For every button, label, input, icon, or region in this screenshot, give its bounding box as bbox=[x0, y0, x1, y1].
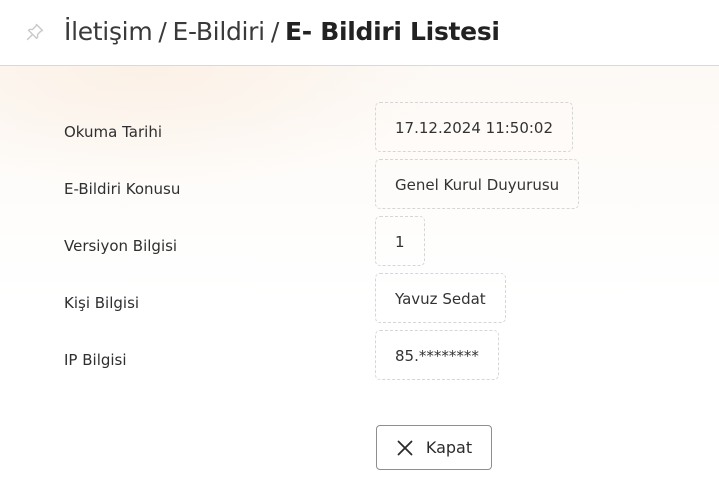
detail-label: IP Bilgisi bbox=[64, 351, 127, 369]
detail-label: Versiyon Bilgisi bbox=[64, 237, 178, 255]
detail-label: Kişi Bilgisi bbox=[64, 294, 140, 312]
breadcrumb-separator: / bbox=[158, 17, 167, 46]
breadcrumb-item-iletisim[interactable]: İletişim bbox=[64, 17, 153, 46]
close-button-label: Kapat bbox=[425, 438, 473, 457]
pin-icon[interactable] bbox=[25, 22, 45, 42]
breadcrumb-item-e-bildiri[interactable]: E-Bildiri bbox=[173, 17, 266, 46]
detail-row-ip: IP Bilgisi 85.******** bbox=[0, 330, 719, 403]
detail-label: Okuma Tarihi bbox=[64, 123, 162, 141]
page-title: E- Bildiri Listesi bbox=[284, 17, 500, 46]
close-button[interactable]: Kapat bbox=[376, 425, 492, 470]
detail-value: 85.******** bbox=[375, 330, 499, 380]
detail-row-version: Versiyon Bilgisi 1 bbox=[0, 216, 719, 289]
breadcrumb: İletişim / E-Bildiri / E- Bildiri Listesi bbox=[64, 14, 500, 50]
detail-row-subject: E-Bildiri Konusu Genel Kurul Duyurusu bbox=[0, 159, 719, 232]
detail-panel: Okuma Tarihi 17.12.2024 11:50:02 E-Bildi… bbox=[0, 66, 719, 486]
detail-value: 1 bbox=[375, 216, 425, 266]
detail-value: Genel Kurul Duyurusu bbox=[375, 159, 580, 209]
detail-label: E-Bildiri Konusu bbox=[64, 180, 181, 198]
detail-row-person: Kişi Bilgisi Yavuz Sedat bbox=[0, 273, 719, 346]
detail-value: Yavuz Sedat bbox=[375, 273, 506, 323]
detail-row-read-date: Okuma Tarihi 17.12.2024 11:50:02 bbox=[0, 102, 719, 175]
close-icon bbox=[397, 440, 413, 455]
page-header: İletişim / E-Bildiri / E- Bildiri Listesi bbox=[0, 0, 719, 66]
breadcrumb-separator: / bbox=[270, 17, 279, 46]
detail-value: 17.12.2024 11:50:02 bbox=[375, 102, 574, 152]
